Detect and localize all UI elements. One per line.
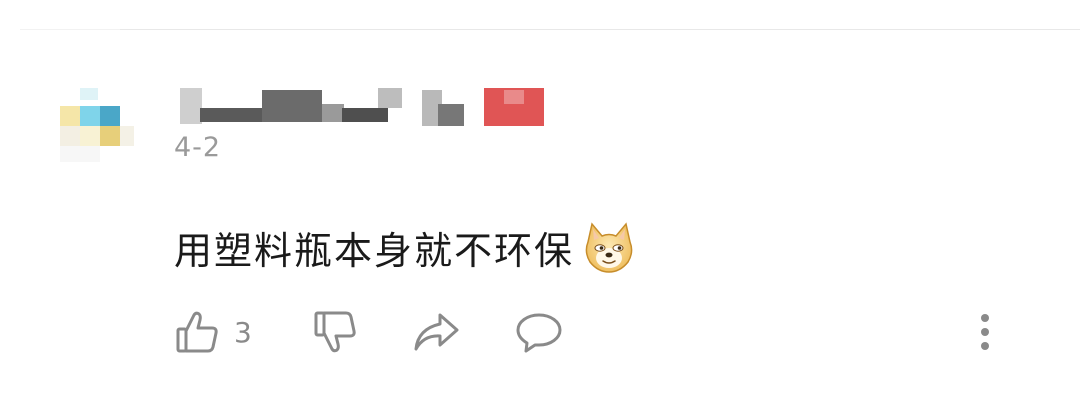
comment-body: 用塑料瓶本身就不环保 (174, 222, 638, 273)
comment-text: 用塑料瓶本身就不环保 (174, 228, 575, 273)
doge-emoji-icon (580, 218, 638, 276)
reply-button[interactable] (514, 306, 564, 358)
vertical-ellipsis-icon (968, 309, 1002, 355)
share-arrow-icon (412, 309, 460, 355)
thumbs-up-icon (174, 309, 220, 355)
thumbs-down-icon (312, 309, 358, 355)
divider (20, 29, 120, 30)
divider (120, 29, 1080, 30)
username[interactable] (178, 86, 548, 128)
comment-date: 4-2 (174, 132, 222, 163)
like-count: 3 (234, 315, 252, 349)
comment-card: 4-2 用塑料瓶本身就不环保 3 (0, 0, 1080, 414)
more-options-button[interactable] (968, 306, 1002, 358)
speech-bubble-icon (514, 309, 564, 355)
avatar[interactable] (56, 88, 140, 172)
dislike-button[interactable] (312, 306, 358, 358)
like-button[interactable]: 3 (174, 306, 252, 358)
share-button[interactable] (412, 306, 460, 358)
